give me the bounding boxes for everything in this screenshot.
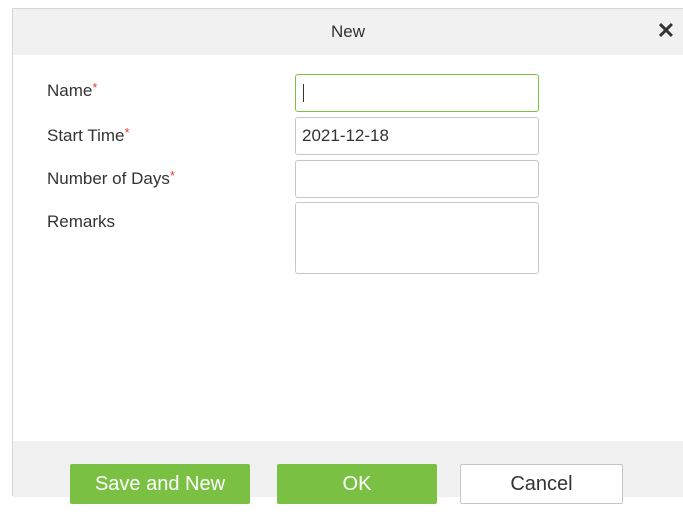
dialog-body: Name* Start Time* Number of Days* Remark…: [13, 55, 683, 441]
close-icon[interactable]: ✕: [655, 17, 677, 45]
number-of-days-input[interactable]: [295, 160, 539, 198]
cancel-button[interactable]: Cancel: [460, 464, 623, 504]
name-required-mark: *: [92, 80, 98, 95]
name-input[interactable]: [295, 74, 539, 112]
number-of-days-required-mark: *: [169, 168, 175, 183]
start-time-required-mark: *: [124, 125, 130, 140]
remarks-textarea[interactable]: [295, 202, 539, 274]
number-of-days-label-text: Number of Days: [47, 169, 170, 188]
text-cursor: [303, 84, 304, 102]
start-time-input[interactable]: [295, 117, 539, 155]
dialog-titlebar: New ✕: [13, 9, 683, 55]
ok-button[interactable]: OK: [277, 464, 437, 504]
start-time-label: Start Time*: [47, 125, 130, 146]
start-time-label-text: Start Time: [47, 126, 125, 145]
remarks-label: Remarks: [47, 212, 116, 231]
save-and-new-button[interactable]: Save and New: [70, 464, 250, 504]
new-dialog: New ✕ Name* Start Time* Number of Days* …: [12, 8, 683, 504]
dialog-footer: Save and New OK Cancel: [13, 441, 683, 504]
name-label-text: Name: [47, 81, 93, 100]
number-of-days-label: Number of Days*: [47, 168, 175, 189]
dialog-title: New: [330, 22, 365, 41]
name-label: Name*: [47, 80, 98, 101]
